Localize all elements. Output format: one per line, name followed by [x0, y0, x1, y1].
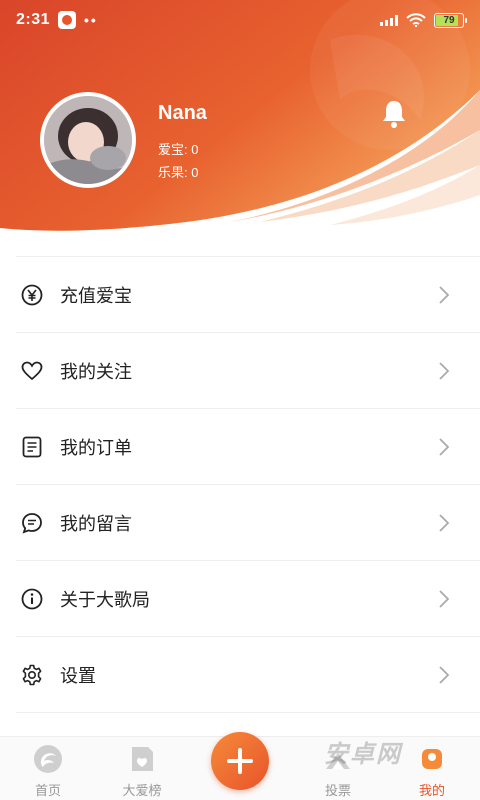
profile-header: 2:31 •• 79 Nana 爱宝: 0 乐果: 0 — [0, 0, 480, 240]
watermark-text: 安卓网 — [324, 741, 402, 768]
nav-ranking-label: 大爱榜 — [122, 783, 162, 798]
chevron-right-icon — [439, 438, 450, 456]
add-button[interactable] — [211, 732, 269, 790]
home-logo-icon — [34, 745, 62, 773]
menu-list: 充值爱宝 我的关注 我的订单 我的留言 关于大歌局 设置 — [0, 256, 480, 713]
nav-mine[interactable]: 我的 — [392, 743, 472, 799]
nav-home[interactable]: 首页 — [8, 743, 88, 799]
nav-mine-label: 我的 — [418, 783, 445, 798]
chevron-right-icon — [439, 514, 450, 532]
battery-icon: 79 — [434, 12, 467, 28]
avatar[interactable] — [40, 92, 136, 188]
info-icon — [20, 587, 44, 611]
chevron-right-icon — [439, 286, 450, 304]
ranking-icon — [132, 747, 153, 771]
status-time: 2:31 — [16, 11, 51, 28]
nav-ranking[interactable]: 大爱榜 — [102, 743, 182, 799]
gear-icon — [20, 663, 44, 687]
heart-icon — [20, 359, 44, 383]
document-icon — [20, 435, 44, 459]
nav-home-label: 首页 — [34, 783, 61, 798]
battery-level: 79 — [443, 14, 455, 26]
menu-item-settings[interactable]: 设置 — [16, 637, 480, 713]
chat-bubble-icon — [20, 511, 44, 535]
menu-label-recharge: 充值爱宝 — [60, 285, 132, 306]
chevron-right-icon — [439, 666, 450, 684]
avatar-image — [44, 96, 132, 184]
leguo-balance: 乐果: 0 — [158, 165, 199, 180]
chevron-right-icon — [439, 362, 450, 380]
aibao-balance: 爱宝: 0 — [158, 142, 199, 157]
menu-item-messages[interactable]: 我的留言 — [16, 485, 480, 561]
yuan-coin-icon — [20, 283, 44, 307]
wifi-icon — [406, 13, 426, 27]
menu-label-orders: 我的订单 — [60, 437, 132, 458]
menu-item-recharge[interactable]: 充值爱宝 — [16, 257, 480, 333]
menu-item-following[interactable]: 我的关注 — [16, 333, 480, 409]
menu-label-settings: 设置 — [60, 665, 96, 686]
menu-item-orders[interactable]: 我的订单 — [16, 409, 480, 485]
status-bar: 2:31 •• 79 — [0, 0, 480, 40]
signal-icon — [380, 14, 398, 26]
menu-label-following: 我的关注 — [60, 361, 132, 382]
plus-icon — [227, 748, 253, 774]
user-name: Nana — [158, 102, 207, 124]
status-dots: •• — [84, 12, 98, 28]
nav-vote-label: 投票 — [324, 783, 351, 798]
bell-icon[interactable] — [378, 98, 410, 130]
menu-label-about: 关于大歌局 — [60, 589, 150, 610]
app-notification-icon — [58, 11, 77, 29]
chevron-right-icon — [439, 590, 450, 608]
menu-label-messages: 我的留言 — [60, 513, 132, 534]
profile-icon — [422, 749, 442, 769]
menu-item-about[interactable]: 关于大歌局 — [16, 561, 480, 637]
